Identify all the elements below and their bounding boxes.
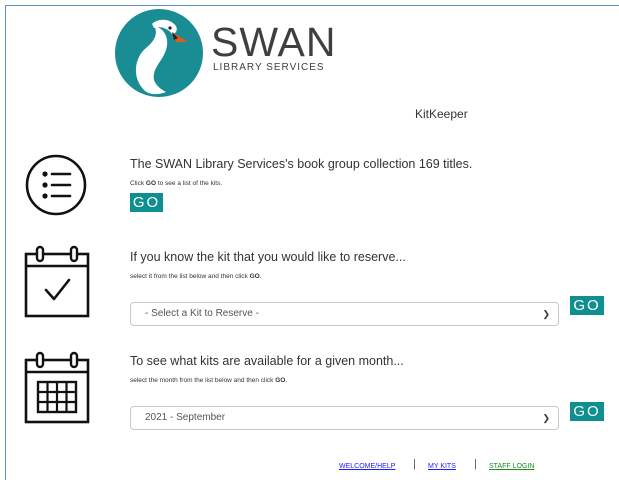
app-title: KitKeeper [415,107,468,121]
month-select[interactable]: 2021 - September ❯ [130,406,559,430]
kit-select-value: - Select a Kit to Reserve - [145,308,259,319]
footer-separator: | [413,458,416,470]
my-kits-link[interactable]: MY KITS [428,463,456,470]
chevron-down-icon: ❯ [542,309,550,319]
list-icon [25,154,87,216]
swan-logo-icon [115,9,203,97]
month-go-button[interactable]: GO [570,402,604,421]
welcome-help-link[interactable]: WELCOME/HELP [339,463,395,470]
kit-select[interactable]: - Select a Kit to Reserve - ❯ [130,302,559,326]
brand-subtitle: LIBRARY SERVICES [213,62,325,73]
calendar-grid-icon [24,351,90,424]
chevron-down-icon: ❯ [542,413,550,423]
footer-link-staff-login[interactable]: STAFF LOGIN [489,463,534,470]
section-collection-instructions: Click GO to see a list of the kits. [130,180,223,187]
list-kits-go-button[interactable]: GO [130,193,163,212]
staff-login-link[interactable]: STAFF LOGIN [489,463,534,470]
month-select-value: 2021 - September [145,412,226,423]
footer-separator: | [474,458,477,470]
section-reserve-heading: If you know the kit that you would like … [130,250,406,264]
footer-link-welcome-help[interactable]: WELCOME/HELP [339,463,395,470]
section-reserve-instructions: select it from the list below and then c… [130,273,262,280]
brand-name: SWAN [211,19,337,65]
calendar-check-icon [24,245,90,318]
section-collection-heading: The SWAN Library Services's book group c… [130,157,473,171]
section-month-heading: To see what kits are available for a giv… [130,354,404,368]
reserve-kit-go-button[interactable]: GO [570,296,604,315]
footer-link-my-kits[interactable]: MY KITS [428,463,456,470]
section-month-instructions: select the month from the list below and… [130,377,288,384]
